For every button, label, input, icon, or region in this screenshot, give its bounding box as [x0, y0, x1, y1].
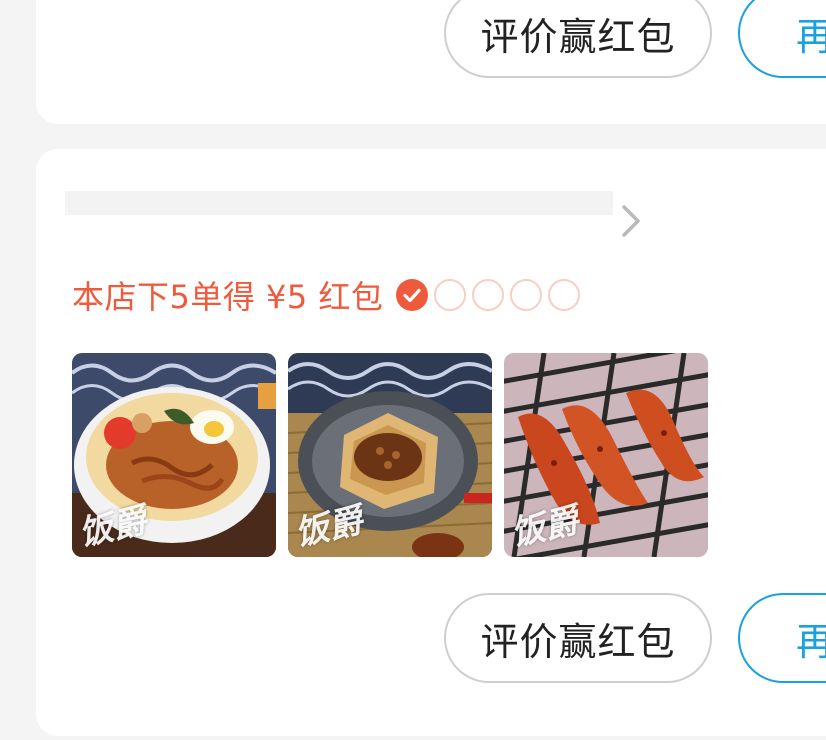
- previous-order-card: 评价赢红包 再来一单: [36, 0, 826, 124]
- check-icon: [403, 288, 422, 303]
- promo-progress: [396, 279, 586, 311]
- chevron-right-icon[interactable]: [618, 205, 646, 237]
- review-for-red-packet-button[interactable]: 评价赢红包: [444, 0, 712, 78]
- promo-text: 本店下5单得 ¥5 红包: [72, 278, 384, 316]
- store-promo-row: 本店下5单得 ¥5 红包: [72, 273, 586, 317]
- progress-dot-empty: [548, 279, 581, 311]
- store-name[interactable]: [65, 191, 613, 215]
- tofu-pouch-photo[interactable]: 饭爵: [288, 353, 492, 557]
- chicken-wings-photo[interactable]: 饭爵: [504, 353, 708, 557]
- progress-dot-filled: [396, 279, 429, 311]
- review-for-red-packet-button[interactable]: 评价赢红包: [444, 593, 712, 683]
- reorder-button[interactable]: 再来一单: [738, 0, 826, 78]
- progress-dot-empty: [434, 279, 467, 311]
- reorder-button[interactable]: 再来一单: [738, 593, 826, 683]
- noodle-bowl-photo[interactable]: 饭爵: [72, 353, 276, 557]
- order-list-page: 评价赢红包 再来一单 本店下5单得 ¥5 红包: [0, 0, 826, 740]
- progress-dot-empty: [510, 279, 543, 311]
- progress-dot-empty: [472, 279, 505, 311]
- order-card[interactable]: 本店下5单得 ¥5 红包 饭爵 饭爵 饭爵 评价赢红包 再: [36, 149, 826, 736]
- order-item-photos[interactable]: 饭爵 饭爵 饭爵: [72, 353, 720, 557]
